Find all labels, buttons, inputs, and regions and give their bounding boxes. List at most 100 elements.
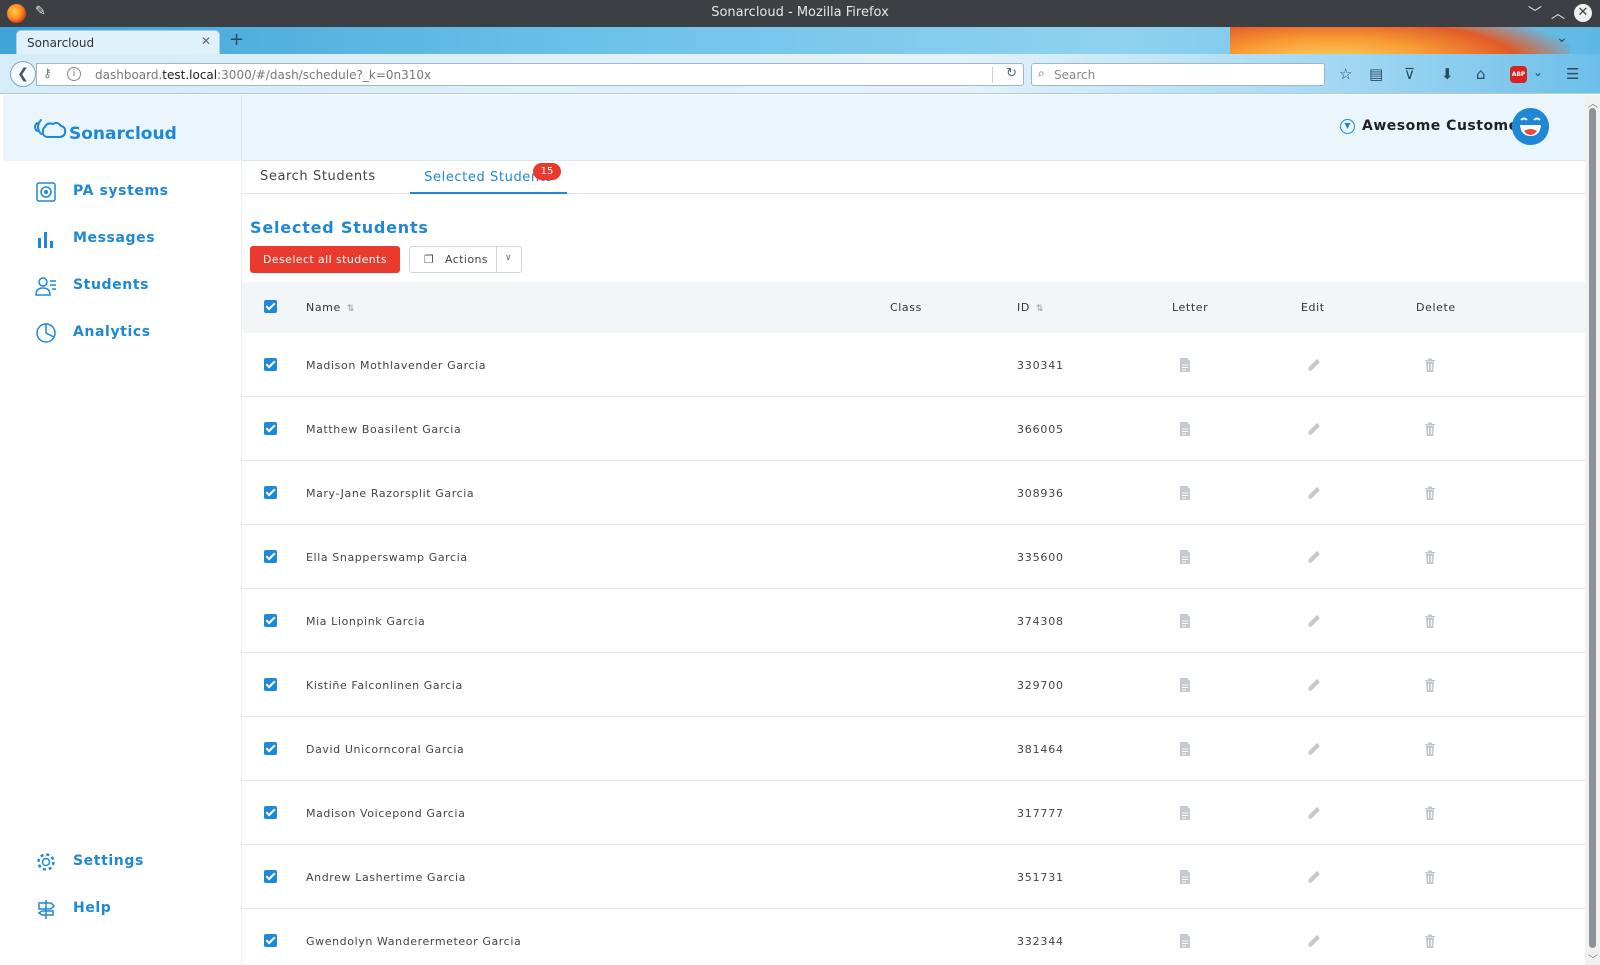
table-row[interactable]: Kistiñe Falconlinen Garcia 329700 xyxy=(242,653,1585,717)
row-checkbox[interactable] xyxy=(264,806,277,819)
trash-icon[interactable] xyxy=(1422,549,1438,565)
sort-icon[interactable]: ⇅ xyxy=(347,304,355,314)
trash-icon[interactable] xyxy=(1422,741,1438,757)
sidebar-item-students[interactable]: Students xyxy=(35,275,235,301)
sidebar-item-pa-systems[interactable]: PA systems xyxy=(35,181,235,207)
trash-icon[interactable] xyxy=(1422,613,1438,629)
tab-close-icon[interactable]: ✕ xyxy=(201,34,211,48)
url-bar[interactable]: ⚷ i dashboard.test.local:3000/#/dash/sch… xyxy=(36,63,1024,86)
key-icon[interactable]: ⚷ xyxy=(43,66,52,80)
edit-pencil-icon[interactable] xyxy=(1306,485,1322,501)
letter-icon[interactable] xyxy=(1177,485,1193,501)
table-row[interactable]: Matthew Boasilent Garcia 366005 xyxy=(242,397,1585,461)
avatar[interactable] xyxy=(1512,108,1549,145)
table-row[interactable]: Mary-Jane Razorsplit Garcia 308936 xyxy=(242,461,1585,525)
reload-icon[interactable]: ↻ xyxy=(1006,66,1017,81)
select-all-checkbox[interactable] xyxy=(264,300,277,313)
deselect-all-button[interactable]: Deselect all students xyxy=(250,246,400,273)
edit-pencil-icon[interactable] xyxy=(1306,357,1322,373)
actions-dropdown[interactable]: ❐ Actions ∨ xyxy=(409,246,522,273)
column-header-id[interactable]: ID ⇅ xyxy=(1017,301,1044,314)
chevron-down-icon[interactable]: ▼ xyxy=(1340,119,1355,134)
letter-icon[interactable] xyxy=(1177,933,1193,949)
browser-search-input[interactable]: ⌕ Search xyxy=(1031,63,1325,86)
back-arrow-icon[interactable]: ❮ xyxy=(10,61,36,87)
row-checkbox[interactable] xyxy=(264,614,277,627)
table-row[interactable]: Madison Voicepond Garcia 317777 xyxy=(242,781,1585,845)
sort-icon[interactable]: ⇅ xyxy=(1036,304,1044,314)
row-checkbox[interactable] xyxy=(264,678,277,691)
scroll-down-icon[interactable]: ﹀ xyxy=(1588,951,1598,965)
page-scrollbar[interactable]: ︿ ﹀ xyxy=(1585,95,1600,965)
tab-list-chevron-icon[interactable]: ⌄ xyxy=(1556,30,1568,46)
brand-name[interactable]: Sonarcloud xyxy=(69,124,177,144)
trash-icon[interactable] xyxy=(1422,677,1438,693)
letter-icon[interactable] xyxy=(1177,421,1193,437)
letter-icon[interactable] xyxy=(1177,869,1193,885)
edit-pencil-icon[interactable] xyxy=(1306,549,1322,565)
letter-icon[interactable] xyxy=(1177,357,1193,373)
hamburger-menu-icon[interactable]: ☰ xyxy=(1566,65,1579,83)
window-close-icon[interactable]: ✕ xyxy=(1574,4,1592,22)
user-name[interactable]: Awesome Customer xyxy=(1362,118,1526,134)
signpost-icon xyxy=(37,900,56,919)
info-icon[interactable]: i xyxy=(67,67,81,81)
sidebar-item-messages[interactable]: Messages xyxy=(35,228,235,254)
edit-pencil-icon[interactable] xyxy=(1306,677,1322,693)
download-icon[interactable]: ⬇ xyxy=(1441,65,1454,83)
row-checkbox[interactable] xyxy=(264,422,277,435)
row-checkbox[interactable] xyxy=(264,934,277,947)
tab-search-students[interactable]: Search Students xyxy=(260,169,376,194)
edit-pencil-icon[interactable] xyxy=(1306,869,1322,885)
row-checkbox[interactable] xyxy=(264,486,277,499)
home-icon[interactable]: ⌂ xyxy=(1476,65,1486,83)
adblock-icon[interactable]: ABP xyxy=(1510,66,1527,83)
sidebar-item-help[interactable]: Help xyxy=(35,898,235,924)
edit-pencil-icon[interactable] xyxy=(1306,421,1322,437)
trash-icon[interactable] xyxy=(1422,357,1438,373)
row-checkbox[interactable] xyxy=(264,870,277,883)
edit-pencil-icon[interactable] xyxy=(1306,805,1322,821)
edit-pencil-icon[interactable] xyxy=(1306,741,1322,757)
letter-icon[interactable] xyxy=(1177,741,1193,757)
row-checkbox[interactable] xyxy=(264,550,277,563)
trash-icon[interactable] xyxy=(1422,869,1438,885)
sonarcloud-logo-icon[interactable] xyxy=(31,115,67,143)
letter-icon[interactable] xyxy=(1177,805,1193,821)
chevron-down-icon[interactable]: ∨ xyxy=(505,253,512,263)
pocket-icon[interactable]: ⊽ xyxy=(1404,65,1415,83)
column-header-name[interactable]: Name ⇅ xyxy=(306,301,355,314)
trash-icon[interactable] xyxy=(1422,421,1438,437)
url-text[interactable]: dashboard.test.local:3000/#/dash/schedul… xyxy=(95,68,431,82)
row-checkbox[interactable] xyxy=(264,358,277,371)
trash-icon[interactable] xyxy=(1422,485,1438,501)
letter-icon[interactable] xyxy=(1177,677,1193,693)
table-row[interactable]: David Unicorncoral Garcia 381464 xyxy=(242,717,1585,781)
trash-icon[interactable] xyxy=(1422,933,1438,949)
browser-tab[interactable]: Sonarcloud ✕ xyxy=(16,30,220,54)
table-row[interactable]: Gwendolyn Wanderermeteor Garcia 332344 xyxy=(242,909,1585,965)
table-row[interactable]: Andrew Lashertime Garcia 351731 xyxy=(242,845,1585,909)
new-tab-icon[interactable]: + xyxy=(229,29,244,50)
table-row[interactable]: Mia Lionpink Garcia 374308 xyxy=(242,589,1585,653)
edit-pencil-icon[interactable] xyxy=(1306,613,1322,629)
sidebar-item-settings[interactable]: Settings xyxy=(35,851,235,877)
adblock-chevron-icon[interactable]: ⌄ xyxy=(1533,65,1543,79)
letter-icon[interactable] xyxy=(1177,549,1193,565)
bar-chart-icon xyxy=(38,232,53,248)
letter-icon[interactable] xyxy=(1177,613,1193,629)
reading-list-icon[interactable]: ▤ xyxy=(1369,65,1383,83)
edit-pencil-icon[interactable] xyxy=(1306,933,1322,949)
sidebar-item-analytics[interactable]: Analytics xyxy=(35,322,235,348)
bookmark-star-icon[interactable]: ☆ xyxy=(1339,65,1352,83)
table-row[interactable]: Madison Mothlavender Garcia 330341 xyxy=(242,333,1585,397)
scrollbar-thumb[interactable] xyxy=(1589,108,1596,948)
brand-area: Sonarcloud xyxy=(3,95,242,161)
table-row[interactable]: Ella Snapperswamp Garcia 335600 xyxy=(242,525,1585,589)
student-name: Mia Lionpink Garcia xyxy=(306,615,426,628)
row-checkbox[interactable] xyxy=(264,742,277,755)
trash-icon[interactable] xyxy=(1422,805,1438,821)
minimize-icon[interactable]: ﹀ xyxy=(1528,3,1542,23)
column-header-delete: Delete xyxy=(1416,301,1456,314)
maximize-icon[interactable]: ︿ xyxy=(1551,3,1565,23)
